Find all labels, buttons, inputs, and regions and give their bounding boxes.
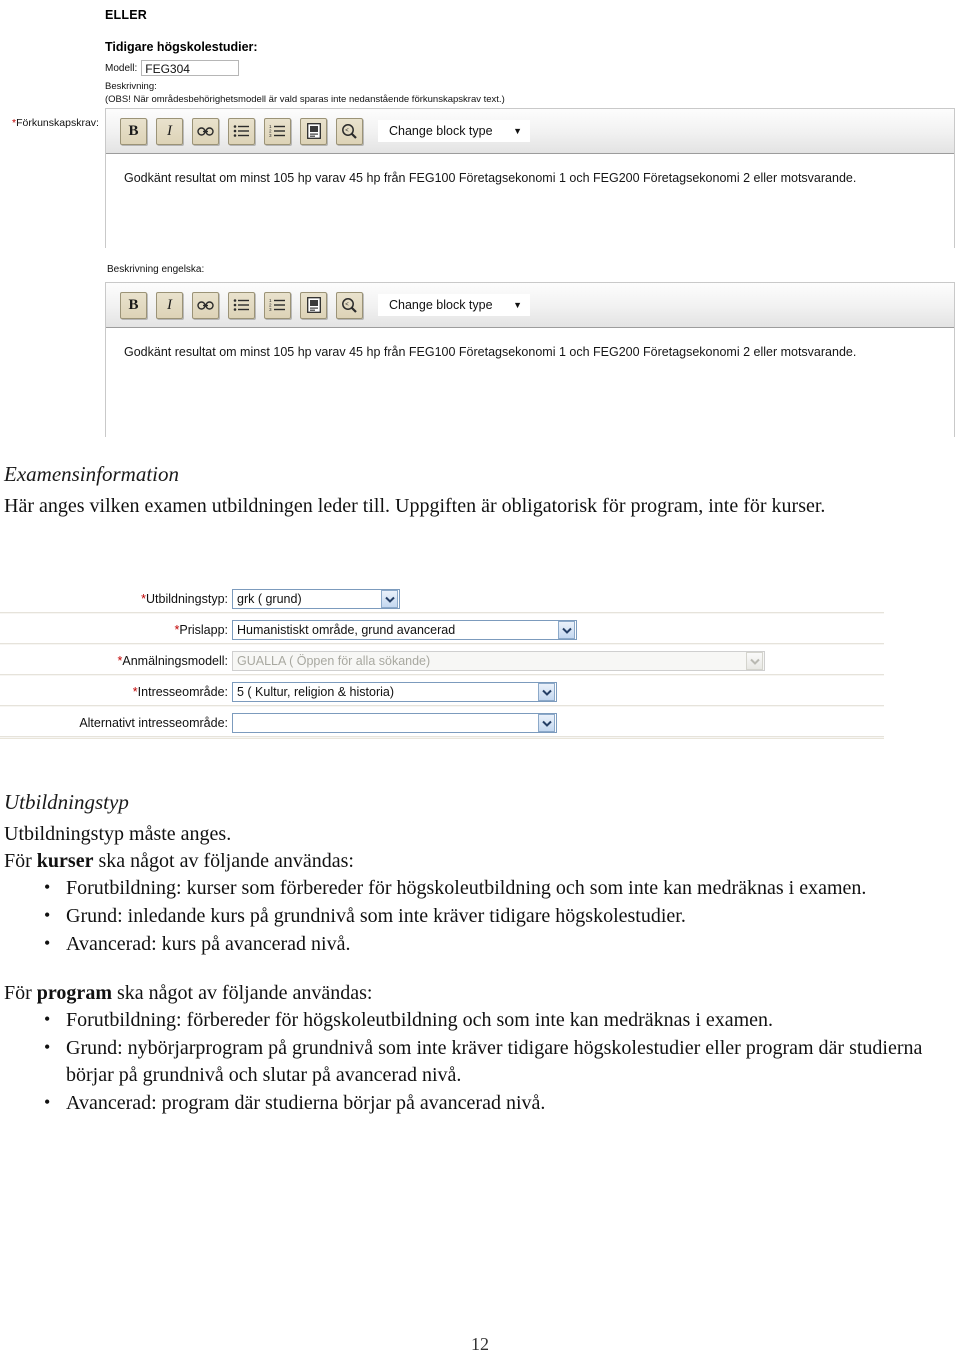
chevron-down-icon: ▼ xyxy=(513,125,522,136)
bold-icon[interactable]: B xyxy=(120,291,147,319)
for-kurser-prefix: För xyxy=(4,850,37,872)
select-intresseomrade-value: 5 ( Kultur, religion & historia) xyxy=(237,685,395,699)
select-prislapp-value: Humanistiskt område, grund avancerad xyxy=(237,623,456,637)
required-asterisk: * xyxy=(174,623,180,637)
link-icon[interactable] xyxy=(192,291,219,319)
editor-toolbar-2: B I 123 < Change block type ▼ xyxy=(106,283,954,328)
editor-toolbar-1: B I 123 < Change block type ▼ xyxy=(106,109,954,154)
section-utbildningstyp: Utbildningstyp Utbildningstyp måste ange… xyxy=(0,790,960,1118)
form-row-utbildningstyp: *Utbildningstyp: grk ( grund) xyxy=(0,583,884,615)
svg-text:<: < xyxy=(345,128,349,134)
for-program-bold: program xyxy=(36,982,112,1004)
for-program-suffix: ska något av följande användas: xyxy=(111,982,373,1004)
paragraph-for-kurser: För kurser ska något av följande använda… xyxy=(4,848,924,875)
eller-heading: ELLER xyxy=(105,8,147,22)
svg-text:3: 3 xyxy=(269,307,272,312)
select-anmalningsmodell: GUALLA ( Öppen för alla sökande) xyxy=(232,651,765,671)
numbered-list-icon[interactable]: 123 xyxy=(264,291,291,319)
for-program-prefix: För xyxy=(4,982,37,1004)
list-item: Grund: inledande kurs på grundnivå som i… xyxy=(44,902,960,930)
italic-icon[interactable]: I xyxy=(156,117,183,145)
image-icon[interactable] xyxy=(300,117,327,145)
paragraph-for-program: För program ska något av följande använd… xyxy=(4,980,924,1007)
form-row-prislapp: *Prislapp: Humanistiskt område, grund av… xyxy=(0,614,884,646)
change-block-type-label: Change block type xyxy=(389,124,493,138)
source-view-icon[interactable]: < xyxy=(336,117,363,145)
bold-icon[interactable]: B xyxy=(120,117,147,145)
beskrivning-engelska-label: Beskrivning engelska: xyxy=(107,264,205,275)
page-number: 12 xyxy=(471,1334,489,1354)
editor-body-forkunskapskrav[interactable]: Godkänt resultat om minst 105 hp varav 4… xyxy=(106,154,954,248)
chevron-down-icon: ▼ xyxy=(513,299,522,310)
forkunskapskrav-label: *Förkunskapskrav: xyxy=(12,117,99,129)
list-kurser: Forutbildning: kurser som förbereder för… xyxy=(4,874,960,958)
chevron-down-icon[interactable] xyxy=(538,714,555,732)
image-icon[interactable] xyxy=(300,291,327,319)
paragraph-examensinformation: Här anges vilken examen utbildningen led… xyxy=(4,495,826,517)
numbered-list-icon[interactable]: 123 xyxy=(264,117,291,145)
bullet-list-icon[interactable] xyxy=(228,117,255,145)
rich-text-editor-forkunskapskrav[interactable]: B I 123 < Change block type ▼ Godkänt re… xyxy=(105,108,955,248)
source-view-icon[interactable]: < xyxy=(336,291,363,319)
for-kurser-bold: kurser xyxy=(36,850,94,872)
label-prislapp: *Prislapp: xyxy=(174,623,228,637)
select-utbildningstyp-value: grk ( grund) xyxy=(237,592,302,606)
label-intresseomrade: *Intresseområde: xyxy=(132,685,228,699)
select-utbildningstyp[interactable]: grk ( grund) xyxy=(232,589,400,609)
chevron-down-icon[interactable] xyxy=(558,621,575,639)
italic-icon[interactable]: I xyxy=(156,291,183,319)
label-alternativt-intresseomrade: Alternativt intresseområde: xyxy=(79,716,228,730)
chevron-down-icon[interactable] xyxy=(538,683,555,701)
editor-body-beskrivning-engelska[interactable]: Godkänt resultat om minst 105 hp varav 4… xyxy=(106,328,954,437)
for-kurser-suffix: ska något av följande användas: xyxy=(93,850,354,872)
select-alternativt-intresseomrade[interactable] xyxy=(232,713,557,733)
link-icon[interactable] xyxy=(192,117,219,145)
select-intresseomrade[interactable]: 5 ( Kultur, religion & historia) xyxy=(232,682,557,702)
list-program: Forutbildning: förbereder för högskoleut… xyxy=(4,1006,960,1117)
editor-text-sv: Godkänt resultat om minst 105 hp varav 4… xyxy=(124,171,857,185)
forkunskapskrav-label-text: Förkunskapskrav: xyxy=(16,117,99,129)
heading-utbildningstyp: Utbildningstyp xyxy=(4,790,129,814)
list-item: Avancerad: kurs på avancerad nivå. xyxy=(44,930,960,958)
modell-row: Modell: FEG304 xyxy=(105,60,960,76)
list-item: Forutbildning: kurser som förbereder för… xyxy=(44,874,960,902)
bullet-list-icon[interactable] xyxy=(228,291,255,319)
change-block-type-label: Change block type xyxy=(389,298,493,312)
modell-label: Modell: xyxy=(105,62,138,74)
chevron-down-icon[interactable] xyxy=(381,590,398,608)
label-utbildningstyp: *Utbildningstyp: xyxy=(141,592,228,606)
form-row-alternativt-intresseomrade: Alternativt intresseområde: xyxy=(0,707,884,739)
obs-note: (OBS! När områdesbehörighetsmodell är va… xyxy=(105,94,505,105)
required-asterisk: * xyxy=(141,592,146,606)
form-row-anmalningsmodell: *Anmälningsmodell: GUALLA ( Öppen för al… xyxy=(0,645,884,677)
required-asterisk: * xyxy=(117,654,123,668)
list-item: Forutbildning: förbereder för högskoleut… xyxy=(44,1006,960,1034)
editor-text-en: Godkänt resultat om minst 105 hp varav 4… xyxy=(124,345,857,359)
document-body: Examensinformation Här anges vilken exam… xyxy=(0,440,960,520)
select-anmalningsmodell-value: GUALLA ( Öppen för alla sökande) xyxy=(237,654,431,668)
change-block-type-dropdown[interactable]: Change block type ▼ xyxy=(378,294,530,316)
select-prislapp[interactable]: Humanistiskt område, grund avancerad xyxy=(232,620,577,640)
chevron-down-icon xyxy=(746,652,763,670)
screenshot-capture-form: *Utbildningstyp: grk ( grund) *Prislapp:… xyxy=(0,583,884,739)
beskrivning-label: Beskrivning: xyxy=(105,81,157,92)
svg-text:3: 3 xyxy=(269,133,272,138)
required-asterisk: * xyxy=(132,685,138,699)
list-item: Avancerad: program där studierna börjar … xyxy=(44,1089,960,1117)
tidigare-hogskolestudier-heading: Tidigare högskolestudier: xyxy=(105,40,258,54)
rich-text-editor-beskrivning-engelska[interactable]: B I 123 < Change block type ▼ Godkänt re… xyxy=(105,282,955,437)
heading-examensinformation: Examensinformation xyxy=(4,462,179,486)
list-item: Grund: nybörjarprogram på grundnivå som … xyxy=(44,1034,960,1089)
form-row-intresseomrade: *Intresseområde: 5 ( Kultur, religion & … xyxy=(0,676,884,708)
label-anmalningsmodell: *Anmälningsmodell: xyxy=(117,654,228,668)
change-block-type-dropdown[interactable]: Change block type ▼ xyxy=(378,120,530,142)
svg-text:<: < xyxy=(345,302,349,308)
paragraph-utbildningstyp-anges: Utbildningstyp måste anges. xyxy=(4,823,232,845)
modell-input[interactable]: FEG304 xyxy=(141,60,240,76)
screenshot-capture-top: *Förkunskapskrav: ELLER Tidigare högskol… xyxy=(0,0,960,440)
